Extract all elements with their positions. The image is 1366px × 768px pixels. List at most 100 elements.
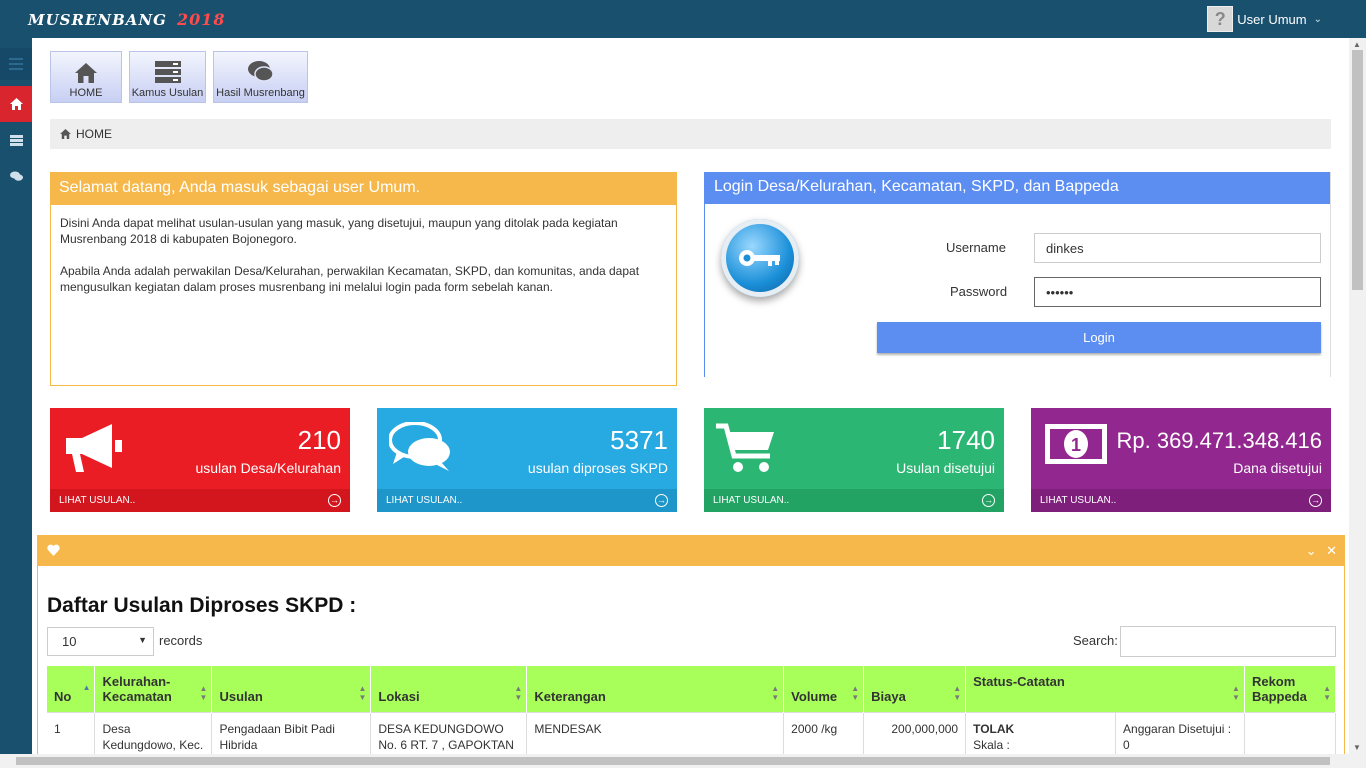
- arrow-right-icon: →: [982, 494, 995, 507]
- brand-year: 2018: [176, 10, 226, 29]
- caret-down-icon: ▼: [138, 635, 147, 645]
- usulan-table: No ▲ Kelurahan-Kecamatan ▲ ▼ Usulan ▲ ▼ Lokas…: [47, 666, 1337, 761]
- svg-text:1: 1: [1071, 435, 1081, 455]
- sort-icon: ▲ ▼: [1323, 684, 1331, 702]
- close-icon[interactable]: ✕: [1326, 543, 1337, 558]
- sort-icon: ▲ ▼: [953, 684, 962, 702]
- home-icon: [9, 98, 23, 110]
- stat-caption: Usulan disetujui: [896, 460, 995, 476]
- home-icon: [60, 129, 71, 139]
- stat-link[interactable]: LIHAT USULAN.. →: [50, 489, 350, 512]
- stat-link-label: LIHAT USULAN..: [713, 495, 790, 506]
- col-header-label: Volume: [791, 689, 838, 704]
- skala-label: Skala :: [973, 738, 1010, 752]
- avatar: ?: [1207, 6, 1234, 32]
- sort-icon: ▲ ▼: [851, 684, 860, 702]
- col-header-label: Lokasi: [378, 689, 420, 704]
- col-header-label: Usulan: [219, 689, 263, 704]
- login-panel: Login Desa/Kelurahan, Kecamatan, SKPD, d…: [704, 172, 1331, 377]
- welcome-title: Selamat datang, Anda masuk sebagai user …: [51, 173, 676, 205]
- col-header-label: Status-Catatan: [973, 674, 1065, 689]
- scroll-up-icon[interactable]: ▲: [1353, 40, 1361, 49]
- stat-tile-disetujui: 1740 Usulan disetujui LIHAT USULAN.. →: [704, 408, 1004, 512]
- username-input[interactable]: [1034, 233, 1321, 263]
- brand-logo[interactable]: MUSRENBANG 2018: [28, 10, 226, 29]
- col-header-status[interactable]: Status-Catatan ▲ ▼: [965, 666, 1245, 713]
- col-header-label: No: [54, 689, 72, 704]
- user-name: User Umum: [1237, 11, 1307, 27]
- col-header-volume[interactable]: Volume ▲ ▼: [783, 666, 865, 713]
- password-input[interactable]: [1034, 277, 1321, 307]
- stat-value: 1740: [937, 425, 995, 455]
- top-navbar: MUSRENBANG 2018 ? User Umum ⌄: [0, 0, 1366, 38]
- panel-header: ⌄ ✕: [38, 536, 1344, 566]
- stat-link-label: LIHAT USULAN..: [1040, 495, 1117, 506]
- login-button[interactable]: Login: [877, 322, 1321, 353]
- search-label: Search:: [1073, 633, 1118, 648]
- stat-value: 5371: [610, 425, 668, 455]
- shortcut-bar: HOME Kamus Usulan Hasil Musrenbang: [50, 51, 308, 103]
- stat-tile-usulan-desa: 210 usulan Desa/Kelurahan LIHAT USULAN..…: [50, 408, 350, 512]
- sort-icon: ▲ ▼: [771, 684, 780, 702]
- sidebar-toggle-button[interactable]: [0, 48, 32, 80]
- stat-link[interactable]: LIHAT USULAN.. →: [377, 489, 677, 512]
- stat-value: 210: [297, 425, 341, 455]
- stat-tile-usulan-skpd: 5371 usulan diproses SKPD LIHAT USULAN..…: [377, 408, 677, 512]
- arrow-right-icon: →: [1309, 494, 1322, 507]
- search-input[interactable]: [1120, 626, 1336, 657]
- stat-caption: Dana disetujui: [1233, 460, 1322, 476]
- col-header-biaya[interactable]: Biaya ▲ ▼: [863, 666, 967, 713]
- stat-link-label: LIHAT USULAN..: [386, 495, 463, 506]
- user-menu[interactable]: ? User Umum ⌄: [1207, 6, 1322, 32]
- menu-icon: [9, 58, 23, 70]
- arrow-right-icon: →: [328, 494, 341, 507]
- vertical-scrollbar[interactable]: ▲ ▼: [1349, 38, 1366, 754]
- stat-tile-dana: 1 Rp. 369.471.348.416 Dana disetujui LIH…: [1031, 408, 1331, 512]
- sort-icon: ▲ ▼: [358, 684, 367, 702]
- col-header-no[interactable]: No ▲: [47, 666, 96, 713]
- col-header-kelurahan[interactable]: Kelurahan-Kecamatan ▲ ▼: [94, 666, 213, 713]
- scroll-down-icon[interactable]: ▼: [1353, 743, 1361, 752]
- shortcut-kamus-button[interactable]: Kamus Usulan: [129, 51, 206, 103]
- comments-icon: [388, 421, 453, 475]
- home-icon: [75, 63, 97, 83]
- stat-caption: usulan diproses SKPD: [527, 460, 668, 476]
- server-icon: [9, 134, 23, 146]
- collapse-icon[interactable]: ⌄: [1306, 543, 1317, 558]
- breadcrumb-home-link[interactable]: HOME: [76, 127, 112, 141]
- sort-icon: ▲ ▼: [1232, 684, 1240, 702]
- scrollbar-thumb[interactable]: [1352, 50, 1363, 290]
- status-value: TOLAK: [973, 722, 1015, 736]
- records-per-page-value: 10: [62, 634, 77, 649]
- col-header-label: Kelurahan-Kecamatan: [102, 674, 172, 704]
- password-label: Password: [950, 284, 1008, 299]
- sidebar-item-kamus[interactable]: [0, 122, 32, 158]
- key-icon: [721, 219, 799, 297]
- stat-link[interactable]: LIHAT USULAN.. →: [704, 489, 1004, 512]
- horizontal-scrollbar[interactable]: [0, 754, 1366, 768]
- col-header-usulan[interactable]: Usulan ▲ ▼: [211, 666, 372, 713]
- records-label: records: [159, 633, 203, 648]
- money-icon: 1: [1043, 422, 1109, 469]
- stat-link-label: LIHAT USULAN..: [59, 495, 136, 506]
- col-header-rekom[interactable]: Rekom Bappeda ▲ ▼: [1244, 666, 1337, 713]
- comments-icon: [247, 61, 274, 82]
- sort-asc-icon: ▲: [82, 683, 91, 692]
- scrollbar-thumb[interactable]: [16, 757, 1330, 765]
- sort-icon: ▲ ▼: [514, 684, 523, 702]
- comments-icon: [9, 171, 23, 181]
- shortcut-hasil-button[interactable]: Hasil Musrenbang: [213, 51, 308, 103]
- stat-caption: usulan Desa/Kelurahan: [195, 460, 341, 476]
- sidebar-item-hasil[interactable]: [0, 158, 32, 194]
- stat-link[interactable]: LIHAT USULAN.. →: [1031, 489, 1331, 512]
- shortcut-home-button[interactable]: HOME: [50, 51, 122, 103]
- login-title: Login Desa/Kelurahan, Kecamatan, SKPD, d…: [705, 172, 1330, 204]
- usulan-panel: ⌄ ✕ Daftar Usulan Diproses SKPD : 10 ▼ r…: [37, 535, 1345, 768]
- records-per-page-select[interactable]: 10 ▼: [47, 627, 154, 656]
- col-header-lokasi[interactable]: Lokasi ▲ ▼: [370, 666, 528, 713]
- sidebar-item-home[interactable]: [0, 86, 32, 122]
- arrow-right-icon: →: [655, 494, 668, 507]
- col-header-keterangan[interactable]: Keterangan ▲ ▼: [526, 666, 785, 713]
- table-title: Daftar Usulan Diproses SKPD :: [47, 594, 357, 617]
- stat-value: Rp. 369.471.348.416: [1116, 428, 1322, 453]
